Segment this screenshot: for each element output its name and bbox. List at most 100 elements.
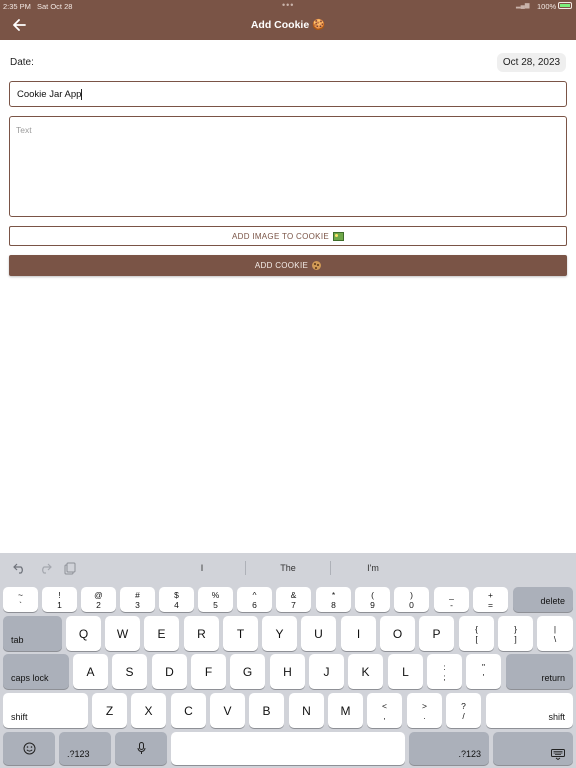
key-3[interactable]: #3 bbox=[120, 587, 155, 612]
key-d[interactable]: D bbox=[152, 654, 187, 689]
date-label: Date: bbox=[10, 57, 34, 68]
picture-icon bbox=[332, 231, 344, 241]
key-top: + bbox=[488, 589, 493, 600]
battery-percent: 100% bbox=[537, 2, 557, 11]
key-s[interactable]: S bbox=[112, 654, 147, 689]
undo-icon[interactable] bbox=[11, 560, 27, 576]
key-top: @ bbox=[94, 589, 103, 600]
key-minus[interactable]: _ - bbox=[434, 587, 469, 612]
key-bottom: 5 bbox=[213, 599, 218, 610]
key-m[interactable]: M bbox=[328, 693, 363, 728]
shift-key-right[interactable]: shift bbox=[486, 693, 573, 728]
key-bottom: 7 bbox=[291, 599, 296, 610]
key-1[interactable]: ! 1 bbox=[42, 587, 77, 612]
key-bottom: , bbox=[383, 710, 386, 721]
key-t[interactable]: T bbox=[223, 616, 258, 651]
suggestion-2[interactable]: The bbox=[248, 563, 328, 573]
key-c[interactable]: C bbox=[171, 693, 206, 728]
key-z[interactable]: Z bbox=[92, 693, 127, 728]
key-top: * bbox=[331, 589, 336, 600]
key-right-brace[interactable]: }] bbox=[498, 616, 533, 651]
text-area[interactable]: Text bbox=[9, 116, 567, 217]
key-slash[interactable]: ? / bbox=[446, 693, 481, 728]
key-e[interactable]: E bbox=[144, 616, 179, 651]
numbers-key-left[interactable]: .?123 bbox=[59, 732, 111, 765]
caps-lock-key[interactable]: caps lock bbox=[3, 654, 69, 689]
key-semicolon[interactable]: :; bbox=[427, 654, 462, 689]
delete-key[interactable]: delete bbox=[513, 587, 573, 612]
redo-icon[interactable] bbox=[37, 560, 53, 576]
key-top: < bbox=[382, 700, 387, 711]
key-y[interactable]: Y bbox=[262, 616, 297, 651]
key-a[interactable]: A bbox=[73, 654, 108, 689]
wifi-icon: ▂▄▆ bbox=[516, 3, 530, 9]
emoji-key[interactable] bbox=[3, 732, 55, 765]
status-bar: 2:35 PM Sat Oct 28 ••• ▂▄▆ 100% bbox=[0, 0, 576, 12]
key-quote[interactable]: " ' bbox=[466, 654, 501, 689]
key-f[interactable]: F bbox=[191, 654, 226, 689]
key-4[interactable]: $4 bbox=[159, 587, 194, 612]
suggestion-3[interactable]: I'm bbox=[333, 563, 413, 573]
key-x[interactable]: X bbox=[131, 693, 166, 728]
key-equals[interactable]: + = bbox=[473, 587, 508, 612]
date-picker-button[interactable]: Oct 28, 2023 bbox=[497, 53, 566, 72]
return-key[interactable]: return bbox=[506, 654, 573, 689]
key-bottom: ' bbox=[482, 671, 485, 682]
text-area-placeholder: Text bbox=[16, 125, 32, 135]
tab-key[interactable]: tab bbox=[3, 616, 62, 651]
key-g[interactable]: G bbox=[230, 654, 265, 689]
key-l[interactable]: L bbox=[388, 654, 423, 689]
add-cookie-button[interactable]: ADD COOKIE bbox=[9, 255, 567, 276]
add-image-button[interactable]: ADD IMAGE TO COOKIE bbox=[9, 226, 567, 246]
key-n[interactable]: N bbox=[289, 693, 324, 728]
page-title: Add Cookie 🍪 bbox=[250, 19, 326, 31]
key-bottom: [ bbox=[475, 633, 478, 644]
multitasking-dots-icon[interactable]: ••• bbox=[282, 0, 294, 10]
key-2[interactable]: @2 bbox=[81, 587, 116, 612]
key-top: _ bbox=[449, 589, 454, 600]
shift-key-left[interactable]: shift bbox=[3, 693, 88, 728]
key-9[interactable]: (9 bbox=[355, 587, 390, 612]
key-j[interactable]: J bbox=[309, 654, 344, 689]
key-k[interactable]: K bbox=[348, 654, 383, 689]
key-6[interactable]: ^ 6 bbox=[237, 587, 272, 612]
space-bar[interactable] bbox=[171, 732, 405, 765]
key-b[interactable]: B bbox=[249, 693, 284, 728]
key-o[interactable]: O bbox=[380, 616, 415, 651]
paste-icon[interactable] bbox=[62, 560, 78, 576]
key-period[interactable]: >. bbox=[407, 693, 442, 728]
status-date: Sat Oct 28 bbox=[37, 2, 73, 11]
key-left-brace[interactable]: {[ bbox=[459, 616, 494, 651]
key-bottom: \ bbox=[553, 633, 557, 644]
key-top: | bbox=[553, 623, 557, 634]
numbers-key-right[interactable]: .?123 bbox=[409, 732, 489, 765]
key-top: $ bbox=[174, 589, 179, 600]
key-bottom: ` bbox=[19, 599, 22, 610]
key-backslash[interactable]: | \ bbox=[537, 616, 573, 651]
key-r[interactable]: R bbox=[184, 616, 219, 651]
status-time: 2:35 PM bbox=[3, 2, 31, 11]
key-7[interactable]: & 7 bbox=[276, 587, 311, 612]
key-u[interactable]: U bbox=[301, 616, 336, 651]
suggestion-1[interactable]: I bbox=[162, 563, 242, 573]
key-w[interactable]: W bbox=[105, 616, 140, 651]
key-comma[interactable]: <, bbox=[367, 693, 402, 728]
key-q[interactable]: Q bbox=[66, 616, 101, 651]
key-p[interactable]: P bbox=[419, 616, 454, 651]
dictation-key[interactable] bbox=[115, 732, 167, 765]
key-bottom: . bbox=[423, 710, 426, 721]
key-h[interactable]: H bbox=[270, 654, 305, 689]
key-top: } bbox=[514, 623, 517, 634]
key-5[interactable]: % 5 bbox=[198, 587, 233, 612]
key-i[interactable]: I bbox=[341, 616, 376, 651]
key-0[interactable]: ) 0 bbox=[394, 587, 429, 612]
key-8[interactable]: * 8 bbox=[316, 587, 351, 612]
key-bottom: - bbox=[450, 599, 453, 610]
title-input[interactable]: Cookie Jar App bbox=[9, 81, 567, 107]
hide-keyboard-key[interactable] bbox=[493, 732, 573, 765]
key-bottom: 2 bbox=[96, 599, 101, 610]
key-tilde[interactable]: ~ ` bbox=[3, 587, 38, 612]
title-input-value: Cookie Jar App bbox=[17, 88, 82, 100]
key-bottom: ] bbox=[514, 633, 517, 644]
key-v[interactable]: V bbox=[210, 693, 245, 728]
